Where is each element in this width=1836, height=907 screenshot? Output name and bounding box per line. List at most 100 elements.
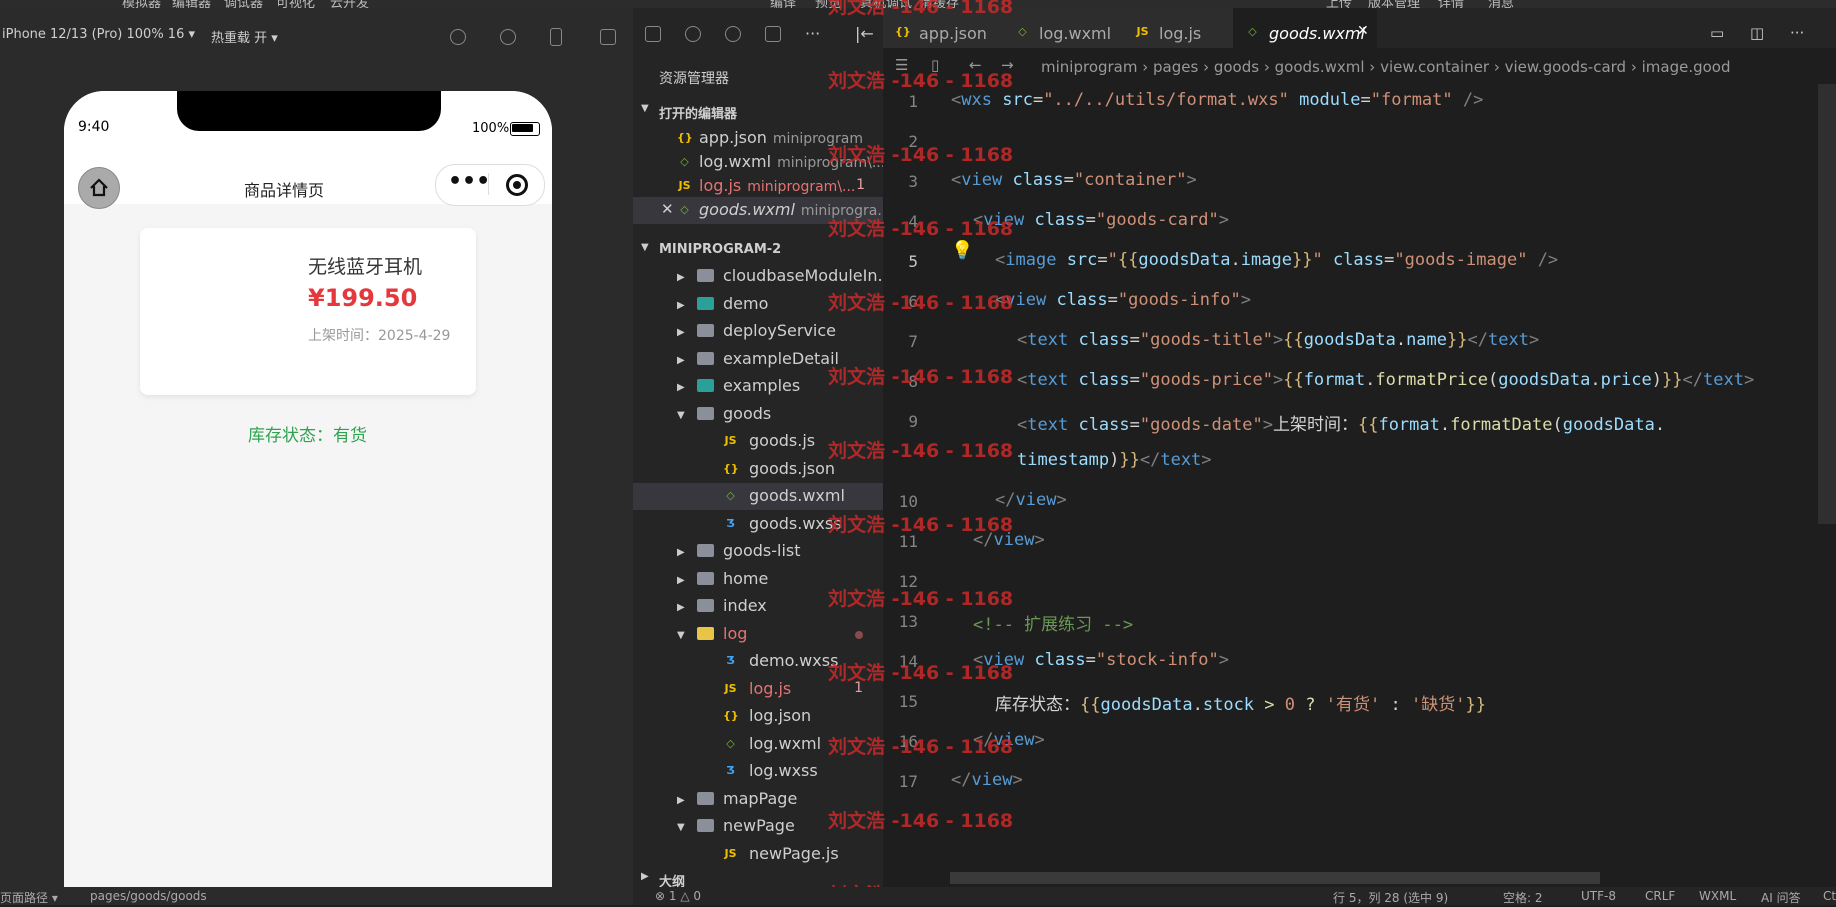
tree-item[interactable]: ▶ goods-list <box>633 538 883 565</box>
error-badge: 1 <box>856 177 865 193</box>
line-ending[interactable]: CRLF <box>1645 889 1675 903</box>
chevron-right-icon[interactable]: ▶ <box>677 300 685 311</box>
collapse-panel-icon[interactable]: |← <box>855 24 874 43</box>
chevron-right-icon[interactable]: ▶ <box>677 327 685 338</box>
vertical-scrollbar[interactable] <box>1818 84 1836 524</box>
breadcrumb-separator: › <box>1364 58 1381 76</box>
simulator-status-bar: 页面路径 ▾ pages/goods/goods <box>0 887 633 905</box>
tree-item[interactable]: ▼ log <box>633 621 883 648</box>
tab-goods-wxml[interactable]: ◇ goods.wxml ✕ <box>1233 8 1377 48</box>
menu-cloud[interactable]: 云开发 <box>330 0 369 8</box>
open-editor-item[interactable]: JS log.js miniprogram\... 1 <box>633 173 883 200</box>
tab-log-wxml[interactable]: ◇ log.wxml <box>1003 8 1123 48</box>
phone-notch <box>177 91 441 131</box>
more-actions-icon[interactable]: ··· <box>1790 24 1804 42</box>
menu-debugger[interactable]: 调试器 <box>224 0 263 8</box>
debug-icon[interactable] <box>765 26 781 42</box>
menu-visual[interactable]: 可视化 <box>276 0 315 8</box>
menu-compile[interactable]: 编译 <box>770 0 796 8</box>
breadcrumb-item[interactable]: pages <box>1153 58 1198 76</box>
horizontal-scrollbar[interactable] <box>950 872 1600 884</box>
tree-item[interactable]: ▶ deployService <box>633 318 883 345</box>
window-icon[interactable] <box>600 29 616 45</box>
device-select[interactable]: iPhone 12/13 (Pro) 100% 16 ▾ <box>2 27 195 42</box>
more-dots-icon[interactable]: ••• <box>448 169 490 194</box>
tree-item[interactable]: Ʒlog.wxss <box>633 758 883 785</box>
breadcrumb-item[interactable]: goods.wxml <box>1275 58 1365 76</box>
tree-item-label: goods-list <box>723 541 801 560</box>
tree-item[interactable]: {} log.json <box>633 703 883 730</box>
chevron-down-icon[interactable]: ▼ <box>677 630 685 641</box>
chevron-right-icon[interactable]: ▶ <box>677 575 685 586</box>
wxml-file-icon: ◇ <box>680 155 689 168</box>
files-icon[interactable] <box>645 26 661 42</box>
wxml-file-icon: ◇ <box>1248 25 1257 38</box>
chevron-right-icon[interactable]: ▶ <box>677 382 685 393</box>
encoding[interactable]: UTF-8 <box>1581 889 1616 903</box>
chevron-down-icon[interactable]: ▼ <box>677 410 685 421</box>
chevron-right-icon[interactable]: ▶ <box>677 355 685 366</box>
search-icon[interactable] <box>685 26 701 42</box>
ai-chat[interactable]: AI 问答 <box>1761 889 1801 906</box>
tab-log-js[interactable]: JS log.js <box>1123 8 1233 48</box>
home-button[interactable] <box>78 167 120 209</box>
tree-item[interactable]: JS newPage.js <box>633 841 883 868</box>
close-tab-icon[interactable]: ✕ <box>1357 23 1369 39</box>
breadcrumb-separator: › <box>1489 58 1505 76</box>
code-line: <wxs src="../../utils/format.wxs" module… <box>951 90 1484 110</box>
breadcrumb-separator: › <box>1626 58 1642 76</box>
breadcrumb-item[interactable]: image.good <box>1642 58 1731 76</box>
wxml-file-icon: ◇ <box>1018 25 1027 38</box>
watermark-text: 刘文浩 -146 - 1168 <box>828 440 1014 462</box>
tab-label: log.wxml <box>1039 24 1112 43</box>
menu-version[interactable]: 版本管理 <box>1368 0 1420 8</box>
menu-simulator[interactable]: 模拟器 <box>122 0 161 8</box>
chevron-right-icon[interactable]: ▶ <box>677 602 685 613</box>
tree-item[interactable]: ▼ goods <box>633 401 883 428</box>
language-mode[interactable]: WXML <box>1699 889 1736 903</box>
capsule-menu[interactable]: ••• <box>435 164 545 206</box>
open-editors-section[interactable]: ▼ 打开的编辑器 <box>633 98 883 124</box>
more-icon[interactable]: ··· <box>805 24 820 43</box>
stop-icon[interactable] <box>500 29 516 45</box>
wxml-file-icon: ◇ <box>726 489 735 502</box>
source-control-icon[interactable] <box>725 26 741 42</box>
code-editor[interactable]: 1 2 3 4 5 6 7 8 9 10 11 12 13 14 15 16 17 <wxs src="../.… <box>883 84 1836 884</box>
tree-item-label: newPage.js <box>749 843 839 863</box>
page-path-label[interactable]: 页面路径 ▾ <box>0 889 58 906</box>
close-miniprogram-icon[interactable] <box>506 174 528 196</box>
menu-editor[interactable]: 编辑器 <box>172 0 211 8</box>
breadcrumb-item[interactable]: goods <box>1214 58 1259 76</box>
menu-upload[interactable]: 上传 <box>1326 0 1352 8</box>
split-editor-icon[interactable]: ◫ <box>1750 24 1764 42</box>
tree-item[interactable]: ▶ cloudbaseModuleIn... <box>633 263 893 290</box>
chevron-right-icon[interactable]: ▶ <box>677 795 685 806</box>
menu-details[interactable]: 详情 <box>1438 0 1464 8</box>
refresh-icon[interactable] <box>450 29 466 45</box>
tree-item[interactable]: ◇ goods.wxml <box>633 483 883 510</box>
page-title: 商品详情页 <box>244 181 325 200</box>
watermark-text: 刘文浩 -146 - 1168 <box>828 588 1014 610</box>
cursor-position[interactable]: 行 5，列 28 (选中 9) <box>1333 889 1448 906</box>
indent-spaces[interactable]: 空格: 2 <box>1503 889 1543 906</box>
comment-icon[interactable]: ▭ <box>1710 24 1724 42</box>
chevron-down-icon[interactable]: ▼ <box>677 822 685 833</box>
breadcrumb-item[interactable]: view.goods-card <box>1505 58 1626 76</box>
menu-messages[interactable]: 消息 <box>1488 0 1514 8</box>
lightbulb-icon[interactable]: 💡 <box>951 240 973 261</box>
breadcrumb-item[interactable]: miniprogram <box>1041 58 1137 76</box>
code-line: <text class="goods-price">{{format.forma… <box>1017 370 1755 390</box>
watermark-text: 刘文浩 -146 - 1168 <box>828 144 1014 166</box>
chevron-right-icon[interactable]: ▶ <box>677 547 685 558</box>
tree-item-label: home <box>723 568 769 588</box>
problems-count[interactable]: ⊗ 1 △ 0 <box>655 889 701 903</box>
tab-label: log.js <box>1159 24 1202 43</box>
breadcrumb-item[interactable]: view.container <box>1380 58 1489 76</box>
phone-icon[interactable] <box>550 28 562 46</box>
tree-item-label: log.wxss <box>749 761 818 780</box>
goods-price: ¥199.50 <box>308 284 418 312</box>
battery-icon <box>510 122 540 136</box>
hot-reload-toggle[interactable]: 热重载 开 ▾ <box>211 27 278 46</box>
chevron-right-icon[interactable]: ▶ <box>677 272 685 283</box>
close-icon[interactable]: ✕ <box>661 200 674 218</box>
